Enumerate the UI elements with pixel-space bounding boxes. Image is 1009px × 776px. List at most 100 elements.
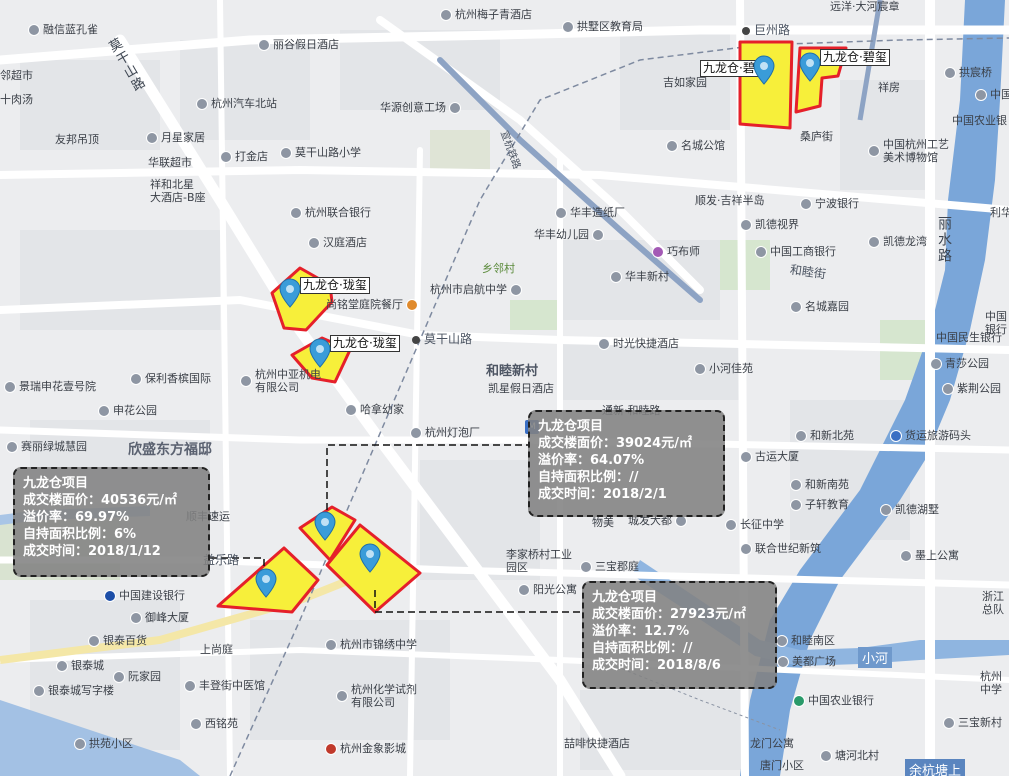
poi[interactable]: 货运旅游码头 (890, 429, 971, 442)
poi[interactable]: 邻超市 (0, 69, 33, 82)
poi[interactable]: 莫干山路小学 (280, 146, 361, 159)
poi[interactable]: 中国建设银行 (104, 589, 185, 602)
poi[interactable]: 凯德龙湾 (868, 235, 927, 248)
poi[interactable]: 杭州联合银行 (290, 206, 371, 219)
poi[interactable]: 拱苑小区 (74, 737, 133, 750)
poi[interactable]: 拱宸桥 (944, 66, 992, 79)
project-label-longxi-1[interactable]: 九龙仓·珑玺 (300, 277, 370, 294)
poi[interactable]: 西铭苑 (190, 717, 238, 730)
poi[interactable]: 喆啡快捷酒店 (564, 737, 630, 750)
poi[interactable]: 中学 (980, 683, 1002, 696)
poi[interactable]: 桑庐街 (800, 130, 833, 143)
poi[interactable]: 龙门公寓 (750, 737, 794, 750)
poi[interactable]: 名城公馆 (666, 139, 725, 152)
poi[interactable]: 三宝郡庭 (580, 560, 639, 573)
poi[interactable]: 紫荆公园 (942, 382, 1001, 395)
poi[interactable]: 杭州中亚机电有限公司 (240, 368, 325, 394)
poi[interactable]: 时光快捷酒店 (598, 337, 679, 350)
project-label-bixi-2[interactable]: 九龙仓·碧玺 (820, 49, 890, 66)
poi[interactable]: 申花公园 (98, 404, 157, 417)
poi[interactable]: 银泰百货 (88, 634, 147, 647)
poi[interactable]: 宁波银行 (800, 197, 859, 210)
poi[interactable]: 远洋·大河宸章 (830, 0, 900, 13)
poi[interactable]: 融信蓝孔雀 (28, 23, 98, 36)
poi[interactable]: 赛丽绿城慧园 (6, 440, 87, 453)
poi[interactable]: 祥房 (878, 81, 900, 94)
project-pin-icon[interactable] (309, 338, 331, 368)
poi[interactable]: 凯德视界 (740, 218, 799, 231)
poi[interactable]: 凯德湖墅 (880, 503, 939, 516)
poi[interactable]: 银泰城写字楼 (33, 684, 114, 697)
project-pin-icon[interactable] (799, 52, 821, 82)
poi[interactable]: 阮家园 (113, 670, 161, 683)
project-pin-icon[interactable] (255, 568, 277, 598)
poi[interactable]: 浙江 (982, 590, 1004, 603)
poi[interactable]: 物美 (592, 516, 614, 529)
project-pin-icon[interactable] (279, 278, 301, 308)
project-pin-icon[interactable] (314, 511, 336, 541)
poi[interactable]: 华联超市 (148, 156, 192, 169)
poi[interactable]: 青莎公园 (930, 357, 989, 370)
poi[interactable]: 李家桥村工业园区 (506, 548, 576, 574)
poi[interactable]: 美都广场 (777, 655, 836, 668)
poi[interactable]: 丽谷假日酒店 (258, 38, 339, 51)
poi[interactable]: 景瑞申花壹号院 (4, 380, 96, 393)
map-canvas[interactable]: 融信蓝孔雀 丽谷假日酒店 杭州梅子青酒店 拱墅区教育局 邻超市 十肉汤 杭州汽车… (0, 0, 1009, 776)
poi[interactable]: 拱墅区教育局 (562, 20, 643, 33)
poi[interactable]: 中国 (985, 310, 1007, 323)
poi[interactable]: 顺发·吉祥半岛 (695, 194, 765, 207)
poi[interactable]: 三宝新村 (943, 716, 1002, 729)
project-pin-icon[interactable] (359, 543, 381, 573)
poi[interactable]: 巧布师 (652, 245, 700, 258)
poi[interactable]: 华丰新村 (610, 270, 669, 283)
poi[interactable]: 御峰大厦 (130, 611, 189, 624)
poi[interactable]: 杭州汽车北站 (196, 97, 277, 110)
poi[interactable]: 华丰造纸厂 (555, 206, 625, 219)
poi[interactable]: 银泰城 (56, 659, 104, 672)
poi[interactable]: 长征中学 (725, 518, 784, 531)
poi[interactable]: 哈拿幼家 (345, 403, 404, 416)
poi[interactable]: 华丰幼儿园 (534, 228, 604, 241)
poi[interactable]: 杭州灯泡厂 (410, 426, 480, 439)
poi[interactable]: 中国农业银 (952, 114, 1007, 127)
poi[interactable]: 杭州 (980, 670, 1002, 683)
poi[interactable]: 汉庭酒店 (308, 236, 367, 249)
poi[interactable]: 中国农业银行 (793, 694, 874, 707)
poi[interactable]: 尚铭堂庭院餐厅 (326, 298, 418, 311)
poi[interactable]: 古运大厦 (740, 450, 799, 463)
poi[interactable]: 名城嘉园 (790, 300, 849, 313)
poi[interactable]: 杭州化学试剂有限公司 (336, 683, 421, 709)
poi[interactable]: 华源创意工场 (380, 101, 461, 114)
poi[interactable]: 唐门小区 (760, 759, 804, 772)
poi[interactable]: 丰登街中医馆 (184, 679, 265, 692)
poi[interactable]: 和新南苑 (790, 478, 849, 491)
poi[interactable]: 吉如家园 (663, 76, 707, 89)
poi[interactable]: 总队 (982, 603, 1004, 616)
poi[interactable]: 乡邻村 (482, 262, 515, 275)
poi[interactable]: 上尚庭 (200, 643, 233, 656)
poi[interactable]: 小河佳苑 (694, 362, 753, 375)
project-label-longxi-2[interactable]: 九龙仓·珑玺 (330, 335, 400, 352)
poi[interactable]: 中国农业银行 (975, 88, 1009, 101)
poi[interactable]: 利华 (990, 206, 1009, 219)
poi[interactable]: 友邦吊顶 (55, 133, 99, 146)
poi[interactable]: 杭州市启航中学 (430, 283, 522, 296)
poi[interactable]: 阳光公寓 (518, 583, 577, 596)
poi[interactable]: 塘河北村 (820, 749, 879, 762)
poi[interactable]: 祥和北星 大酒店-B座 (150, 178, 206, 204)
poi[interactable]: 和睦南区 (776, 634, 835, 647)
poi[interactable]: 保利香槟国际 (130, 372, 211, 385)
poi[interactable]: 杭州市锦绣中学 (325, 638, 417, 651)
poi[interactable]: 中国工商银行 (755, 245, 836, 258)
poi[interactable]: 和新北苑 (795, 429, 854, 442)
poi[interactable]: 月星家居 (146, 131, 205, 144)
project-pin-icon[interactable] (753, 55, 775, 85)
poi[interactable]: 打金店 (220, 150, 268, 163)
poi[interactable]: 子轩教育 (790, 498, 849, 511)
poi[interactable]: 联合世纪新筑 (740, 542, 821, 555)
poi[interactable]: 杭州梅子青酒店 (440, 8, 532, 21)
poi[interactable]: 十肉汤 (0, 93, 33, 106)
poi[interactable]: 银行 (985, 323, 1007, 336)
poi[interactable]: 凯星假日酒店 (488, 382, 554, 395)
poi[interactable]: 中国杭州工艺美术博物馆 (868, 138, 958, 164)
